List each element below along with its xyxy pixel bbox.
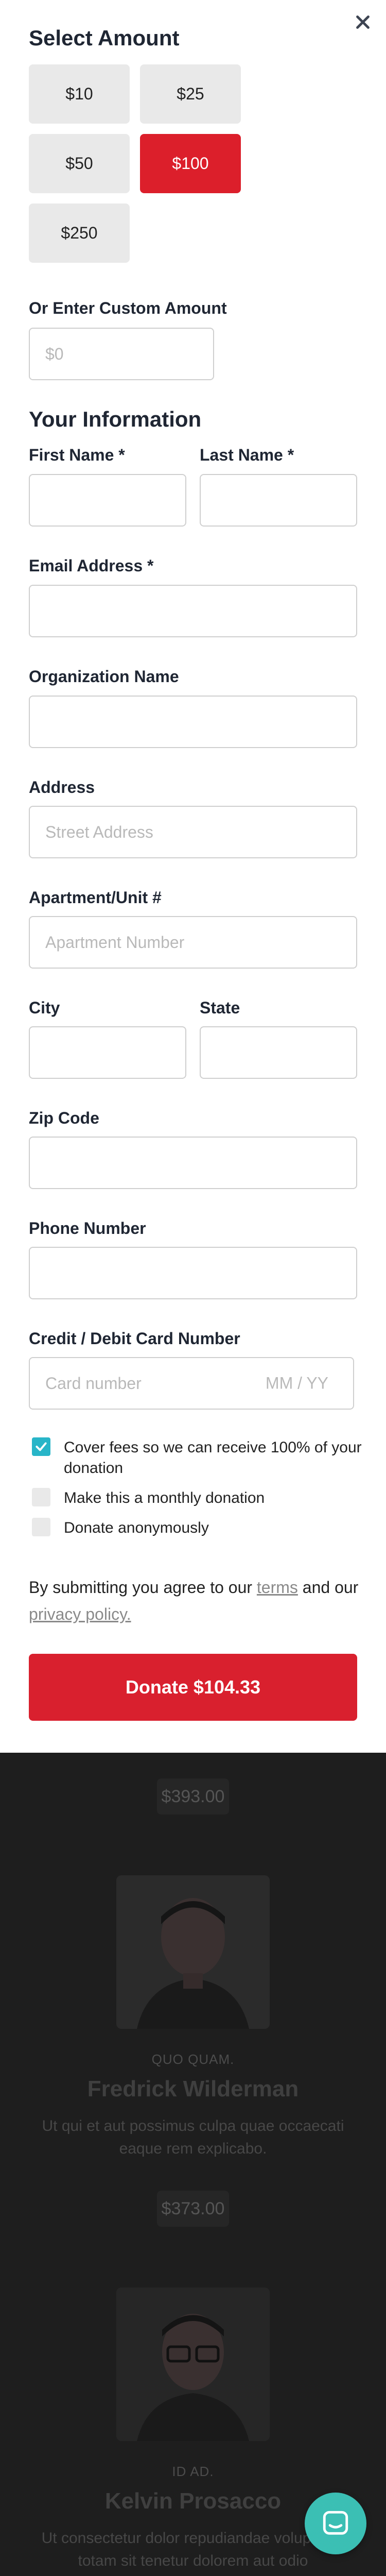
person-name: Fredrick Wilderman (87, 2076, 299, 2102)
person-role: ID AD. (172, 2464, 214, 2479)
state-label: State (200, 998, 240, 1017)
anonymous-donation-option[interactable]: Donate anonymously (32, 1518, 209, 1538)
anonymous-donation-text: Donate anonymously (64, 1519, 209, 1536)
apartment-label: Apartment/Unit # (29, 888, 162, 907)
organization-input[interactable] (29, 696, 357, 748)
monthly-donation-text: Make this a monthly donation (64, 1489, 265, 1506)
first-name-input[interactable] (29, 474, 186, 527)
apartment-input[interactable]: Apartment Number (29, 916, 357, 969)
amount-option-10[interactable]: $10 (29, 64, 130, 124)
city-input[interactable] (29, 1026, 186, 1079)
zip-code-input[interactable] (29, 1137, 357, 1189)
last-name-input[interactable] (200, 474, 357, 527)
cover-fees-option[interactable]: Cover fees so we can receive 100% of you… (32, 1437, 362, 1479)
person-photo (116, 1875, 270, 2029)
amount-option-100[interactable]: $100 (140, 134, 241, 193)
first-name-label: First Name * (29, 446, 125, 464)
email-input[interactable] (29, 585, 357, 637)
address-placeholder: Street Address (45, 822, 153, 841)
email-label: Email Address * (29, 556, 154, 575)
card-number-placeholder: Card number (45, 1374, 142, 1393)
donation-panel: Select Amount $10 $25 $50 $100 $250 Or E… (0, 0, 386, 1753)
person-role: QUO QUAM. (151, 2052, 235, 2067)
card-number-label: Credit / Debit Card Number (29, 1329, 240, 1348)
card-number-input[interactable]: Card number MM / YY (29, 1357, 354, 1410)
chat-icon (323, 2511, 348, 2535)
phone-label: Phone Number (29, 1219, 146, 1238)
amount-option-25[interactable]: $25 (140, 64, 241, 124)
card-expiry-placeholder: MM / YY (265, 1374, 328, 1393)
agreement-prefix: By submitting you agree to our (29, 1578, 253, 1597)
your-information-heading: Your Information (29, 407, 202, 431)
custom-amount-input[interactable]: $0 (29, 328, 214, 380)
privacy-policy-link[interactable]: privacy policy. (29, 1605, 131, 1623)
city-label: City (29, 998, 60, 1017)
apartment-placeholder: Apartment Number (45, 933, 185, 952)
agreement-and: and our (302, 1578, 359, 1597)
close-button[interactable] (350, 9, 376, 35)
price-badge: $393.00 (157, 1778, 229, 1815)
custom-amount-placeholder: $0 (45, 344, 64, 363)
monthly-donation-option[interactable]: Make this a monthly donation (32, 1488, 265, 1509)
chat-button[interactable] (305, 2493, 366, 2554)
donate-button[interactable]: Donate $104.33 (29, 1654, 357, 1721)
check-icon (36, 1442, 47, 1451)
agreement-text: By submitting you agree to our terms and… (29, 1574, 363, 1628)
organization-label: Organization Name (29, 667, 179, 686)
cover-fees-text: Cover fees so we can receive 100% of you… (64, 1439, 362, 1477)
phone-input[interactable] (29, 1247, 357, 1299)
terms-link[interactable]: terms (257, 1578, 298, 1597)
person-photo (116, 2287, 270, 2441)
close-icon (356, 15, 370, 29)
select-amount-heading: Select Amount (29, 26, 180, 50)
anonymous-donation-checkbox[interactable] (32, 1518, 50, 1536)
amount-option-250[interactable]: $250 (29, 204, 130, 263)
cover-fees-checkbox[interactable] (32, 1437, 50, 1456)
zip-code-label: Zip Code (29, 1109, 99, 1127)
custom-amount-label: Or Enter Custom Amount (29, 299, 227, 317)
person-description: Ut qui et aut possimus culpa quae occaec… (42, 2117, 344, 2157)
price-badge: $373.00 (157, 2191, 229, 2227)
address-label: Address (29, 778, 95, 796)
address-input[interactable]: Street Address (29, 806, 357, 858)
state-input[interactable] (200, 1026, 357, 1079)
last-name-label: Last Name * (200, 446, 294, 464)
amount-option-50[interactable]: $50 (29, 134, 130, 193)
monthly-donation-checkbox[interactable] (32, 1488, 50, 1506)
